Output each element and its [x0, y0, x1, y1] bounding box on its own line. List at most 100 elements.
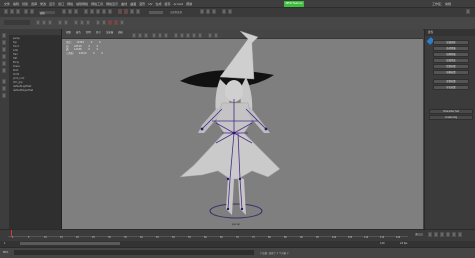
hypershade-icon[interactable] [136, 9, 140, 14]
outliner-item[interactable]: Body [13, 61, 19, 64]
outliner-item[interactable]: Skirt [13, 69, 19, 72]
shelf-tool-5-icon[interactable] [64, 20, 68, 25]
attribute-editor-icon[interactable] [222, 9, 226, 14]
shelf-tabs[interactable] [4, 20, 30, 25]
layout-four-icon[interactable] [2, 86, 6, 91]
rotate-tool-icon[interactable] [2, 61, 6, 66]
menu-surfaces[interactable]: 曲面 [130, 2, 136, 6]
open-scene-icon[interactable] [10, 9, 14, 14]
menu-modify[interactable]: 修改 [40, 2, 46, 6]
outliner-item[interactable]: defaultObjectSet [13, 89, 33, 92]
menu-help[interactable]: 帮助 [186, 2, 192, 6]
command-input[interactable] [14, 250, 254, 255]
current-frame-field[interactable]: 1 [414, 232, 424, 237]
menu-mesh-tools[interactable]: 网格工具 [91, 2, 103, 6]
tool-panel-tab[interactable]: 属性 [428, 30, 433, 34]
menu-edit-mesh[interactable]: 编辑网格 [76, 2, 88, 6]
snap-view-icon[interactable] [102, 9, 106, 14]
copy-weights-button[interactable]: 复制权重 [433, 79, 469, 84]
shelf-tool-10-icon[interactable] [102, 20, 106, 25]
go-to-end-icon[interactable] [458, 232, 462, 237]
menu-mesh-display[interactable]: 网格显示 [106, 2, 118, 6]
move-tool-icon[interactable] [2, 54, 6, 59]
outliner-item[interactable]: defaultLightSet [13, 85, 31, 88]
save-scene-icon[interactable] [16, 9, 20, 14]
shelf-tool-13-icon[interactable] [120, 20, 124, 25]
outliner-item[interactable]: Hat [13, 57, 17, 60]
layout-single-icon[interactable] [2, 79, 6, 84]
menu-cache[interactable]: 缓存 [164, 2, 170, 6]
menu-windows[interactable]: 窗口 [58, 2, 64, 6]
undo-icon[interactable] [24, 9, 28, 14]
range-end[interactable]: 120 [380, 242, 385, 245]
shelf-tool-12-icon[interactable] [114, 20, 118, 25]
toggle-sidebar-icon[interactable] [200, 9, 204, 14]
shelf-tool-7-icon[interactable] [80, 20, 84, 25]
shelf-tool-4-icon[interactable] [58, 20, 62, 25]
export-weights-button[interactable]: 导出权重 [433, 85, 469, 90]
menu-select[interactable]: 选择 [31, 2, 37, 6]
outliner-item[interactable]: Cloth [13, 73, 19, 76]
menu-arnold[interactable]: Arnold [174, 2, 184, 6]
channel-box-icon[interactable] [212, 9, 216, 14]
go-to-start-icon[interactable] [428, 232, 432, 237]
menu-file[interactable]: 文件 [4, 2, 10, 6]
menu-curves[interactable]: 曲线 [121, 2, 127, 6]
character-model[interactable]: persp [62, 29, 423, 229]
outliner-item[interactable]: Joint_root [13, 77, 24, 80]
paint-weights-button[interactable]: 绘制权重 [433, 64, 469, 69]
outliner-item[interactable]: front [13, 45, 19, 48]
lasso-tool-icon[interactable] [2, 40, 6, 45]
mode-select[interactable]: 建模 [38, 10, 56, 15]
outliner-item[interactable]: persp [13, 37, 20, 40]
render-current-icon[interactable] [118, 9, 122, 14]
shelf-tool-6-icon[interactable] [74, 20, 78, 25]
ipr-render-icon[interactable] [124, 9, 128, 14]
play-forward-icon[interactable] [446, 232, 450, 237]
workspace-select[interactable]: 工作区： 常规 [432, 2, 451, 6]
fps-select[interactable]: 24 fps [400, 242, 407, 245]
menu-mesh[interactable]: 网格 [67, 2, 73, 6]
layout-outliner-icon[interactable] [2, 93, 6, 98]
new-feature-badge[interactable]: NEW Feature [284, 1, 304, 7]
shelf-tool-2-icon[interactable] [42, 20, 46, 25]
range-start[interactable]: 1 [4, 242, 6, 245]
step-forward-icon[interactable] [452, 232, 456, 237]
tool-settings-icon[interactable] [228, 9, 232, 14]
outliner-item[interactable]: Ctrl_grp [13, 81, 22, 84]
play-back-icon[interactable] [440, 232, 444, 237]
menu-generate[interactable]: 生成 [155, 2, 161, 6]
shelf-tool-8-icon[interactable] [86, 20, 90, 25]
menu-create[interactable]: 创建 [22, 2, 28, 6]
shelf-tool-9-icon[interactable] [96, 20, 100, 25]
select-component-icon[interactable] [74, 9, 78, 14]
select-object-icon[interactable] [68, 9, 72, 14]
step-back-icon[interactable] [434, 232, 438, 237]
create-rig-button[interactable]: Create Rig [429, 115, 473, 120]
snap-grid-icon[interactable] [84, 9, 88, 14]
redo-icon[interactable] [30, 9, 34, 14]
scale-tool-icon[interactable] [2, 68, 6, 73]
shelf-tool-3-icon[interactable] [48, 20, 52, 25]
load-skin-button[interactable]: 加载蒙皮 [433, 58, 469, 63]
menu-uv[interactable]: UV [148, 2, 152, 6]
new-scene-icon[interactable] [4, 9, 8, 14]
select-hierarchy-icon[interactable] [62, 9, 66, 14]
character-set-button[interactable]: Character Set [429, 109, 473, 114]
shelf-tool-1-icon[interactable] [36, 20, 40, 25]
mirror-weights-button[interactable]: 镜像权重 [433, 70, 469, 75]
render-settings-icon[interactable] [130, 9, 134, 14]
command-language[interactable]: MEL [3, 251, 8, 254]
range-handle[interactable] [20, 242, 120, 245]
shelf-tool-11-icon[interactable] [108, 20, 112, 25]
modeling-toolkit-icon[interactable] [206, 9, 210, 14]
menu-edit[interactable]: 编辑 [13, 2, 19, 6]
select-joints-button[interactable]: 选择骨骼 [433, 46, 469, 51]
outliner-item[interactable]: side [13, 49, 18, 52]
snap-curve-icon[interactable] [90, 9, 94, 14]
select-tool-icon[interactable] [2, 33, 6, 38]
menu-deform[interactable]: 变形 [139, 2, 145, 6]
mirror-joints-button[interactable]: 镜像骨骼 [433, 52, 469, 57]
outliner-item[interactable]: Hair [13, 53, 18, 56]
paint-select-icon[interactable] [2, 47, 6, 52]
